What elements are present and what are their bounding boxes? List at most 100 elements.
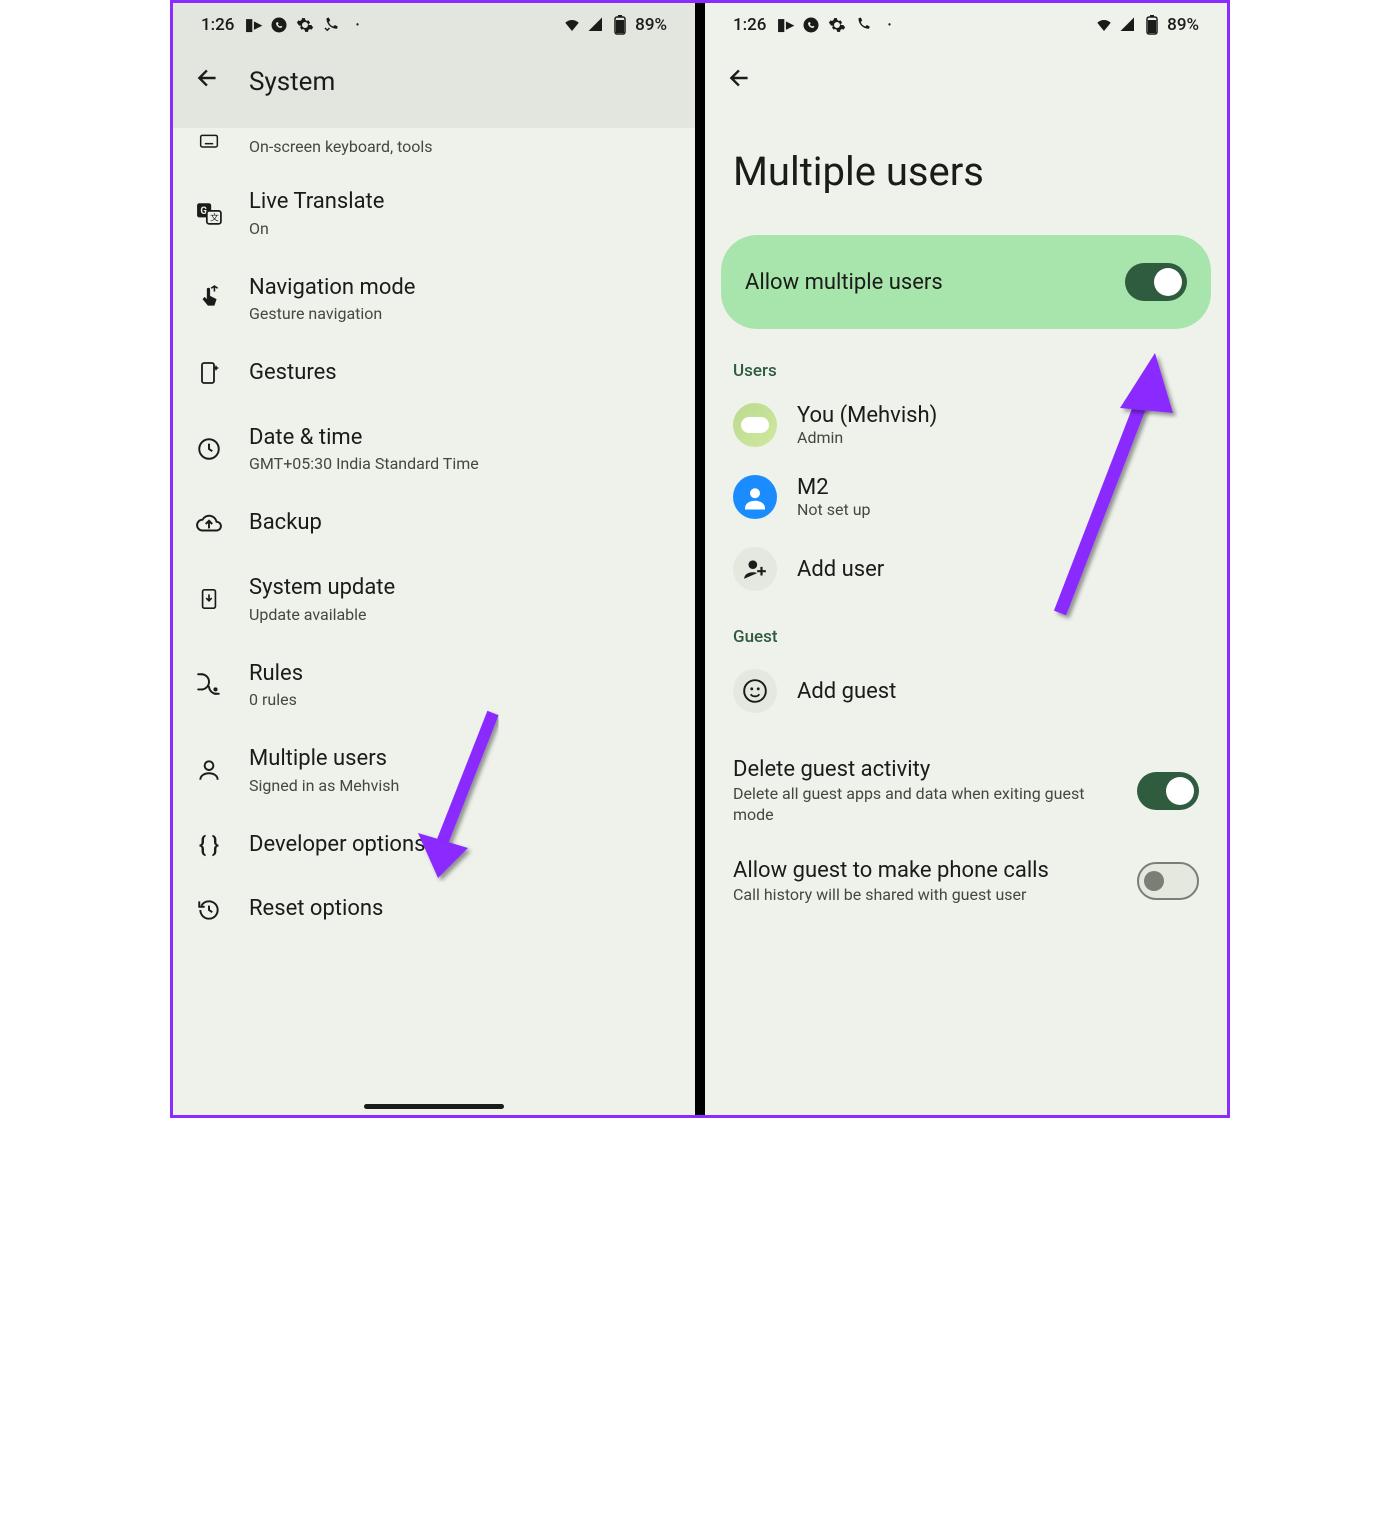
setting-reset-options[interactable]: Reset options bbox=[173, 877, 695, 942]
item-title: Developer options bbox=[249, 831, 673, 860]
app-header bbox=[705, 45, 1227, 108]
wifi-icon bbox=[563, 16, 581, 34]
settings-list: On-screen keyboard, tools G文 Live Transl… bbox=[173, 128, 695, 942]
user-row-you[interactable]: You (Mehvish) Admin bbox=[705, 389, 1227, 461]
add-guest-button[interactable]: Add guest bbox=[705, 655, 1227, 727]
status-bar: 1:26 ▮▸ • bbox=[173, 3, 695, 45]
swipe-icon bbox=[195, 284, 223, 312]
dot-icon: • bbox=[348, 16, 366, 34]
allow-multiple-users-card[interactable]: Allow multiple users bbox=[721, 235, 1211, 329]
back-arrow-icon[interactable] bbox=[195, 65, 221, 98]
braces-icon: { } bbox=[195, 831, 223, 859]
gear-icon bbox=[828, 16, 846, 34]
setting-system-update[interactable]: System update Update available bbox=[173, 556, 695, 642]
status-time: 1:26 bbox=[733, 15, 766, 35]
keyboard-sub: On-screen keyboard, tools bbox=[249, 137, 673, 156]
setting-developer-options[interactable]: { } Developer options bbox=[173, 813, 695, 878]
person-icon bbox=[195, 756, 223, 784]
page-title: Multiple users bbox=[705, 108, 1227, 235]
item-sub: Update available bbox=[249, 605, 673, 624]
setting-keyboard[interactable]: On-screen keyboard, tools bbox=[173, 128, 695, 170]
back-arrow-icon[interactable] bbox=[727, 65, 753, 98]
setting-backup[interactable]: Backup bbox=[173, 491, 695, 556]
keyboard-icon bbox=[195, 128, 223, 156]
card-icon: ▮▸ bbox=[776, 16, 794, 34]
translate-icon: G文 bbox=[195, 199, 223, 227]
clock-icon bbox=[195, 435, 223, 463]
item-sub: 0 rules bbox=[249, 690, 673, 709]
user-row-m2[interactable]: M2 Not set up bbox=[705, 461, 1227, 533]
allow-guest-calls-row[interactable]: Allow guest to make phone calls Call his… bbox=[705, 842, 1227, 922]
setting-date-time[interactable]: Date & time GMT+05:30 India Standard Tim… bbox=[173, 406, 695, 492]
item-title: Backup bbox=[249, 509, 673, 538]
signal-icon bbox=[1119, 16, 1137, 34]
setting-multiple-users[interactable]: Multiple users Signed in as Mehvish bbox=[173, 727, 695, 813]
status-notification-icons: ▮▸ • bbox=[776, 16, 898, 34]
phone-sparkle-icon bbox=[195, 359, 223, 387]
item-title: Multiple users bbox=[249, 745, 673, 774]
delete-guest-activity-row[interactable]: Delete guest activity Delete all guest a… bbox=[705, 741, 1227, 842]
history-icon bbox=[195, 896, 223, 924]
user-sub: Admin bbox=[797, 428, 937, 447]
phone-down-icon bbox=[854, 16, 872, 34]
add-guest-label: Add guest bbox=[797, 679, 896, 704]
opt-title: Allow guest to make phone calls bbox=[733, 858, 1121, 883]
nav-handle[interactable] bbox=[364, 1104, 504, 1109]
item-title: Date & time bbox=[249, 424, 673, 453]
guest-icon bbox=[733, 669, 777, 713]
item-sub: GMT+05:30 India Standard Time bbox=[249, 454, 673, 473]
user-sub: Not set up bbox=[797, 500, 871, 519]
cloud-up-icon bbox=[195, 510, 223, 538]
section-guest-label: Guest bbox=[705, 619, 1227, 655]
status-time: 1:26 bbox=[201, 15, 234, 35]
setting-rules[interactable]: Rules 0 rules bbox=[173, 642, 695, 728]
opt-sub: Delete all guest apps and data when exit… bbox=[733, 784, 1121, 826]
phone-multiple-users: 1:26 ▮▸ • bbox=[705, 3, 1227, 1115]
dot-icon: • bbox=[880, 16, 898, 34]
rules-icon bbox=[195, 670, 223, 698]
setting-live-translate[interactable]: G文 Live Translate On bbox=[173, 170, 695, 256]
status-bar: 1:26 ▮▸ • bbox=[705, 3, 1227, 45]
item-sub: Gesture navigation bbox=[249, 304, 673, 323]
status-notification-icons: ▮▸ • bbox=[244, 16, 366, 34]
page-title: System bbox=[249, 67, 335, 97]
user-title: You (Mehvish) bbox=[797, 403, 937, 428]
setting-gestures[interactable]: Gestures bbox=[173, 341, 695, 406]
battery-icon bbox=[1143, 16, 1161, 34]
item-title: Reset options bbox=[249, 895, 673, 924]
phone-down-icon bbox=[322, 16, 340, 34]
phone-circle-icon bbox=[802, 16, 820, 34]
item-title: System update bbox=[249, 574, 673, 603]
svg-text:文: 文 bbox=[210, 211, 219, 223]
signal-icon bbox=[587, 16, 605, 34]
section-users-label: Users bbox=[705, 353, 1227, 389]
add-user-label: Add user bbox=[797, 557, 884, 582]
add-user-icon bbox=[733, 547, 777, 591]
battery-icon bbox=[611, 16, 629, 34]
item-sub: On bbox=[249, 219, 673, 238]
delete-guest-switch[interactable] bbox=[1137, 772, 1199, 810]
allow-multiple-users-switch[interactable] bbox=[1125, 263, 1187, 301]
battery-percent: 89% bbox=[635, 15, 667, 35]
user-title: M2 bbox=[797, 475, 871, 500]
toggle-label: Allow multiple users bbox=[745, 270, 943, 295]
setting-navigation-mode[interactable]: Navigation mode Gesture navigation bbox=[173, 256, 695, 342]
item-title: Rules bbox=[249, 660, 673, 689]
item-title: Gestures bbox=[249, 359, 673, 388]
screenshot-divider bbox=[695, 3, 705, 1115]
item-title: Live Translate bbox=[249, 188, 673, 217]
allow-calls-switch[interactable] bbox=[1137, 862, 1199, 900]
item-title: Navigation mode bbox=[249, 274, 673, 303]
phone-system-settings: 1:26 ▮▸ • bbox=[173, 3, 695, 1115]
app-header: System bbox=[173, 45, 695, 128]
gear-icon bbox=[296, 16, 314, 34]
phone-download-icon bbox=[195, 585, 223, 613]
battery-percent: 89% bbox=[1167, 15, 1199, 35]
item-sub: Signed in as Mehvish bbox=[249, 776, 673, 795]
card-icon: ▮▸ bbox=[244, 16, 262, 34]
add-user-button[interactable]: Add user bbox=[705, 533, 1227, 605]
avatar-m2 bbox=[733, 475, 777, 519]
avatar-you bbox=[733, 403, 777, 447]
phone-circle-icon bbox=[270, 16, 288, 34]
opt-sub: Call history will be shared with guest u… bbox=[733, 885, 1121, 906]
